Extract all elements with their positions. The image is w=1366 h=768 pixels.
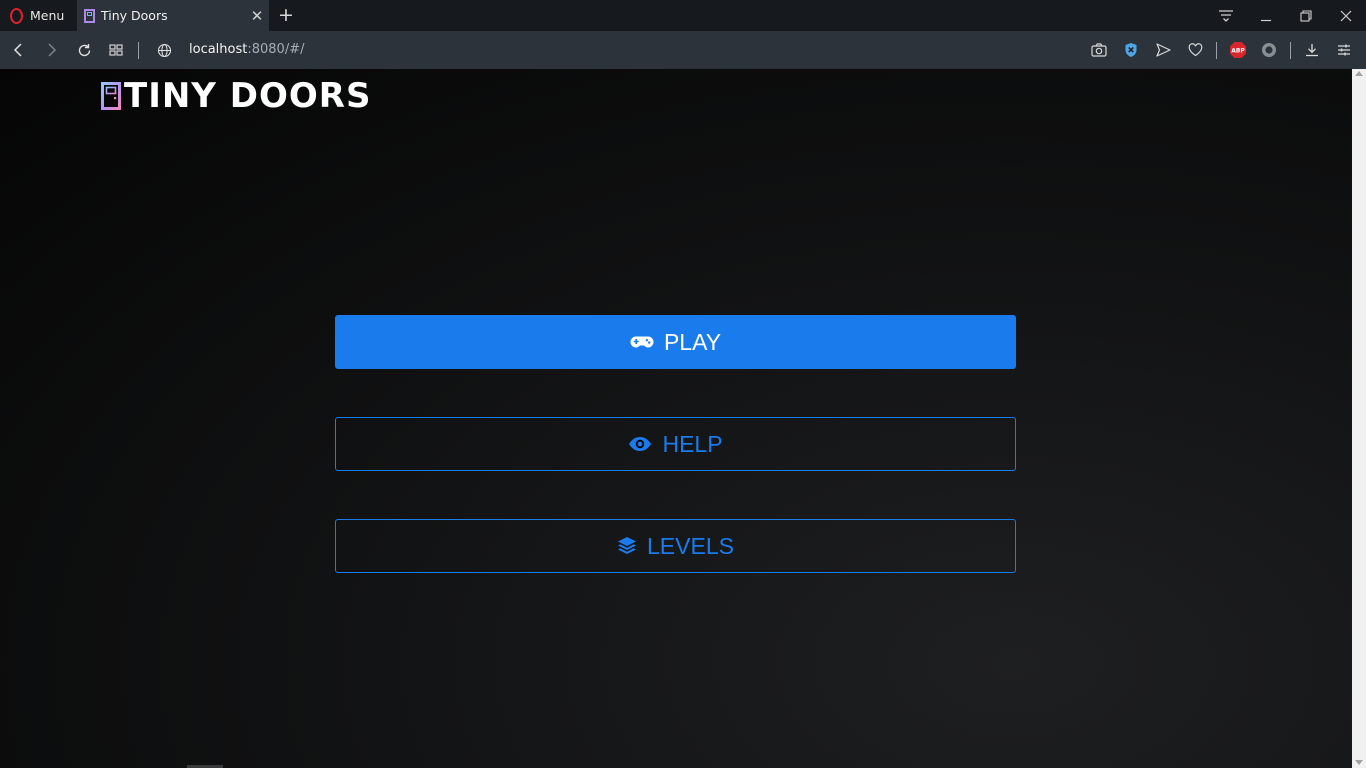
toolbar-divider xyxy=(138,42,139,59)
browser-address-bar: localhost:8080/#/ ABP xyxy=(0,31,1366,69)
easy-setup-icon[interactable] xyxy=(1206,0,1246,31)
opera-logo-icon xyxy=(10,7,23,24)
logo-text: TINY DOORS xyxy=(124,76,372,116)
url-field[interactable]: localhost:8080/#/ xyxy=(189,31,304,69)
tab-tiny-doors[interactable]: Tiny Doors ✕ xyxy=(77,0,269,31)
download-icon[interactable] xyxy=(1298,31,1326,69)
layers-icon xyxy=(617,536,637,556)
help-button[interactable]: HELP xyxy=(335,417,1016,471)
minimize-icon[interactable] xyxy=(1246,0,1286,31)
page-viewport: TINY DOORS PLAY HELP LEVELS xyxy=(0,69,1352,768)
easy-setup-sliders-icon[interactable] xyxy=(1330,31,1358,69)
gamepad-icon xyxy=(630,334,654,350)
eye-icon xyxy=(628,436,652,452)
url-host: localhost xyxy=(189,42,248,57)
toolbar-divider xyxy=(1290,42,1291,59)
scroll-up-arrow-icon[interactable] xyxy=(1355,71,1363,76)
heart-icon[interactable] xyxy=(1181,31,1209,69)
reload-icon[interactable] xyxy=(70,31,98,69)
door-favicon-icon xyxy=(84,8,95,23)
site-info-globe-icon[interactable] xyxy=(150,31,178,69)
restore-icon[interactable] xyxy=(1286,0,1326,31)
vertical-scrollbar[interactable] xyxy=(1352,69,1366,768)
url-path: :8080/#/ xyxy=(247,42,305,57)
scroll-down-arrow-icon[interactable] xyxy=(1355,760,1363,765)
svg-text:ABP: ABP xyxy=(1231,48,1245,55)
play-button[interactable]: PLAY xyxy=(335,315,1016,369)
tab-title: Tiny Doors xyxy=(101,8,168,23)
camera-icon[interactable] xyxy=(1085,31,1113,69)
close-window-icon[interactable] xyxy=(1326,0,1366,31)
play-label: PLAY xyxy=(663,328,722,355)
vpn-circle-icon[interactable] xyxy=(1255,31,1283,69)
browser-tab-strip: Menu Tiny Doors ✕ + xyxy=(0,0,1366,31)
adblock-plus-icon[interactable]: ABP xyxy=(1224,31,1252,69)
levels-button[interactable]: LEVELS xyxy=(335,519,1016,573)
forward-icon[interactable] xyxy=(37,31,65,69)
door-icon xyxy=(101,82,121,110)
new-tab-button[interactable]: + xyxy=(277,4,295,26)
shield-x-icon[interactable] xyxy=(1117,31,1145,69)
tiny-doors-logo[interactable]: TINY DOORS xyxy=(101,76,372,116)
opera-menu-button[interactable]: Menu xyxy=(0,0,76,31)
speed-dial-grid-icon[interactable] xyxy=(102,31,130,69)
help-label: HELP xyxy=(662,430,723,457)
menu-label: Menu xyxy=(30,8,65,23)
levels-label: LEVELS xyxy=(647,532,734,559)
send-icon[interactable] xyxy=(1149,31,1177,69)
back-icon[interactable] xyxy=(5,31,33,69)
tab-close-icon[interactable]: ✕ xyxy=(245,7,269,25)
toolbar-divider xyxy=(1216,42,1217,59)
